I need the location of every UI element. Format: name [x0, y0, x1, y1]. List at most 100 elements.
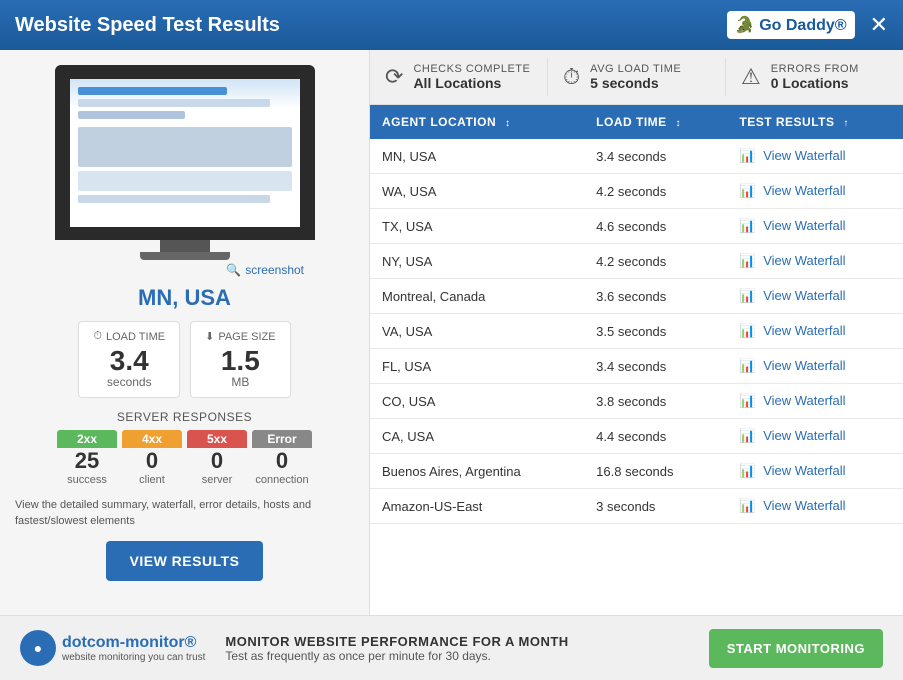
cell-loadtime: 4.2 seconds [584, 244, 727, 279]
cell-location: WA, USA [370, 174, 584, 209]
view-waterfall-link[interactable]: View Waterfall [763, 428, 845, 443]
view-waterfall-link[interactable]: View Waterfall [763, 498, 845, 513]
screen-bar-1 [78, 87, 228, 95]
load-time-unit: seconds [93, 375, 165, 389]
cell-results: 📊 View Waterfall [727, 174, 903, 209]
view-waterfall-link[interactable]: View Waterfall [763, 218, 845, 233]
monitor-image [55, 65, 315, 240]
cell-loadtime: 3.4 seconds [584, 349, 727, 384]
bar-chart-icon: 📊 [739, 428, 755, 443]
cell-location: MN, USA [370, 139, 584, 174]
type-4xx: client [139, 474, 165, 486]
download-icon: ⬇ [205, 330, 214, 343]
screen-block-1 [78, 127, 292, 167]
cell-location: NY, USA [370, 244, 584, 279]
screen-content [70, 79, 300, 227]
view-waterfall-link[interactable]: View Waterfall [763, 253, 845, 268]
view-waterfall-link[interactable]: View Waterfall [763, 393, 845, 408]
clock-icon: ⏱ [93, 330, 102, 343]
view-waterfall-link[interactable]: View Waterfall [763, 183, 845, 198]
cell-results: 📊 View Waterfall [727, 244, 903, 279]
cell-location: Montreal, Canada [370, 279, 584, 314]
bar-chart-icon: 📊 [739, 393, 755, 408]
start-monitoring-button[interactable]: START MONITORING [709, 629, 883, 668]
errors-icon: ⚠ [741, 64, 761, 90]
footer-logo-name: dotcom-monitor® [62, 634, 205, 652]
cell-results: 📊 View Waterfall [727, 349, 903, 384]
bar-chart-icon: 📊 [739, 288, 755, 303]
footer-message: MONITOR WEBSITE PERFORMANCE FOR A MONTH … [225, 634, 688, 663]
view-waterfall-link[interactable]: View Waterfall [763, 323, 845, 338]
cell-location: VA, USA [370, 314, 584, 349]
badge-5xx: 5xx [187, 430, 247, 448]
sort-loadtime-icon[interactable]: ↕ [676, 118, 682, 129]
page-size-box: ⬇ PAGE SIZE 1.5 MB [190, 321, 290, 398]
cell-loadtime: 16.8 seconds [584, 454, 727, 489]
table-row: Montreal, Canada 3.6 seconds 📊 View Wate… [370, 279, 903, 314]
footer-logo: ● dotcom-monitor® website monitoring you… [20, 630, 205, 666]
col-loadtime: LOAD TIME ↕ [584, 105, 727, 139]
bar-chart-icon: 📊 [739, 183, 755, 198]
cell-location: CO, USA [370, 384, 584, 419]
table-row: WA, USA 4.2 seconds 📊 View Waterfall [370, 174, 903, 209]
errors-value: 0 Locations [771, 75, 859, 91]
type-5xx: server [202, 474, 233, 486]
bar-chart-icon: 📊 [739, 323, 755, 338]
footer-message-title: MONITOR WEBSITE PERFORMANCE FOR A MONTH [225, 634, 688, 649]
cell-loadtime: 4.6 seconds [584, 209, 727, 244]
cell-loadtime: 3.4 seconds [584, 139, 727, 174]
bar-chart-icon: 📊 [739, 253, 755, 268]
bar-chart-icon: 📊 [739, 463, 755, 478]
table-row: Buenos Aires, Argentina 16.8 seconds 📊 V… [370, 454, 903, 489]
left-panel: 🔍 screenshot MN, USA ⏱ LOAD TIME 3.4 sec… [0, 50, 370, 615]
close-button[interactable]: ✕ [870, 14, 888, 36]
view-waterfall-link[interactable]: View Waterfall [763, 148, 845, 163]
cell-results: 📊 View Waterfall [727, 209, 903, 244]
cell-location: CA, USA [370, 419, 584, 454]
table-header-row: AGENT LOCATION ↕ LOAD TIME ↕ TEST RESULT… [370, 105, 903, 139]
view-waterfall-link[interactable]: View Waterfall [763, 288, 845, 303]
cell-results: 📊 View Waterfall [727, 489, 903, 524]
cell-location: TX, USA [370, 209, 584, 244]
checks-label: CHECKS COMPLETE [413, 63, 530, 75]
monitor-stand [160, 240, 210, 252]
badge-error: Error [252, 430, 312, 448]
checks-icon: ⟳ [385, 64, 403, 90]
view-waterfall-link[interactable]: View Waterfall [763, 463, 845, 478]
bar-chart-icon: 📊 [739, 498, 755, 513]
cell-loadtime: 3.8 seconds [584, 384, 727, 419]
checks-value: All Locations [413, 75, 530, 91]
responses-grid: 2xx 25 success 4xx 0 client 5xx 0 server… [57, 430, 312, 486]
server-responses-title: SERVER RESPONSES [117, 410, 252, 424]
screen-block-2 [78, 171, 292, 191]
sort-results-icon[interactable]: ↑ [843, 118, 849, 129]
page-size-value: 1.5 [205, 347, 275, 375]
screenshot-link[interactable]: 🔍 screenshot [226, 263, 304, 277]
col-results: TEST RESULTS ↑ [727, 105, 903, 139]
col-location: AGENT LOCATION ↕ [370, 105, 584, 139]
cell-loadtime: 3 seconds [584, 489, 727, 524]
bar-chart-icon: 📊 [739, 218, 755, 233]
count-4xx: 0 [146, 448, 158, 474]
location-title: MN, USA [138, 285, 231, 311]
table-row: CO, USA 3.8 seconds 📊 View Waterfall [370, 384, 903, 419]
cell-results: 📊 View Waterfall [727, 279, 903, 314]
title-bar-right: 🐊 Go Daddy® ✕ [727, 11, 888, 39]
response-error: Error 0 connection [252, 430, 312, 486]
view-waterfall-link[interactable]: View Waterfall [763, 358, 845, 373]
main-content: 🔍 screenshot MN, USA ⏱ LOAD TIME 3.4 sec… [0, 50, 903, 615]
title-bar: Website Speed Test Results 🐊 Go Daddy® ✕ [0, 0, 903, 50]
screen-bar-2 [78, 99, 271, 107]
view-results-button[interactable]: VIEW RESULTS [106, 541, 264, 581]
response-2xx: 2xx 25 success [57, 430, 117, 486]
cell-loadtime: 4.4 seconds [584, 419, 727, 454]
right-panel: ⟳ CHECKS COMPLETE All Locations ⏱ AVG LO… [370, 50, 903, 615]
sort-location-icon[interactable]: ↕ [505, 118, 511, 129]
cell-loadtime: 3.5 seconds [584, 314, 727, 349]
footer-logo-tagline: website monitoring you can trust [62, 652, 205, 663]
table-row: CA, USA 4.4 seconds 📊 View Waterfall [370, 419, 903, 454]
bar-chart-icon: 📊 [739, 148, 755, 163]
count-2xx: 25 [75, 448, 99, 474]
load-time-box: ⏱ LOAD TIME 3.4 seconds [78, 321, 180, 398]
load-time-value: 3.4 [93, 347, 165, 375]
